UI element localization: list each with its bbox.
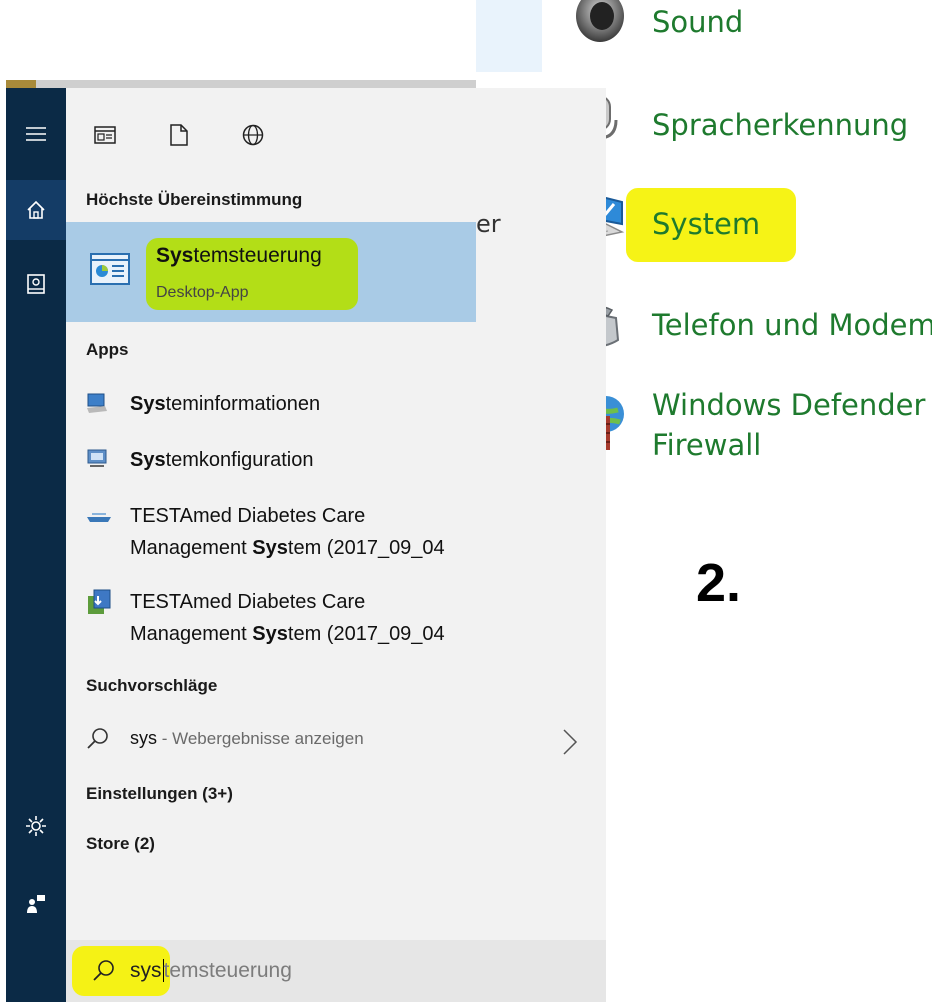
- app-label: Systemkonfiguration: [130, 449, 314, 471]
- suggestion-text: sys - Webergebnisse anzeigen: [130, 728, 364, 748]
- app-item-systeminformationen[interactable]: Systeminformationen: [86, 388, 486, 422]
- control-panel-item-telefon-und-modem[interactable]: Telefon und Modem: [652, 305, 932, 345]
- testamed-device-icon: [86, 510, 112, 532]
- best-match-name: Systemsteuerung: [156, 244, 322, 267]
- apps-header: Apps: [86, 340, 129, 359]
- search-input[interactable]: systemsteuerung: [130, 959, 292, 983]
- step-number: 2.: [696, 553, 742, 613]
- settings-header[interactable]: Einstellungen (3+): [86, 784, 233, 804]
- header-strip: [476, 0, 542, 72]
- app-label: Systeminformationen: [130, 393, 321, 415]
- settings-gear-icon[interactable]: [6, 796, 66, 856]
- firewall-label-line2: Firewall: [652, 428, 762, 462]
- speaker-icon: [566, 0, 628, 48]
- installer-icon: [86, 588, 112, 616]
- peek-text: er: [476, 210, 501, 238]
- control-panel-icon: [90, 252, 130, 286]
- home-icon[interactable]: [6, 180, 66, 240]
- app-item-systemkonfiguration[interactable]: Systemkonfiguration: [86, 444, 486, 478]
- best-match-header: Höchste Übereinstimmung: [86, 190, 303, 209]
- web-filter-icon[interactable]: [238, 120, 268, 150]
- app-label-line2: Management System (2017_09_04: [130, 537, 445, 559]
- chevron-right-icon[interactable]: [560, 726, 580, 758]
- search-icon: [86, 726, 110, 750]
- app-item-testamed-2[interactable]: TESTAmed Diabetes Care Management System…: [86, 586, 486, 656]
- notebook-icon[interactable]: [6, 254, 66, 314]
- apps-filter-icon[interactable]: [90, 120, 120, 150]
- suggestions-header: Suchvorschläge: [86, 676, 218, 695]
- app-label-line1: TESTAmed Diabetes Care: [130, 505, 366, 527]
- app-item-testamed-1[interactable]: TESTAmed Diabetes Care Management System…: [86, 500, 486, 570]
- feedback-icon[interactable]: [6, 874, 66, 934]
- control-panel-item-sound[interactable]: Sound: [652, 2, 743, 42]
- control-panel-item-system[interactable]: System: [652, 204, 760, 244]
- tile-edge: [6, 80, 476, 88]
- system-config-icon: [86, 448, 108, 470]
- search-box-icon: [92, 958, 116, 982]
- system-info-icon: [86, 392, 108, 414]
- control-panel-item-windows-defender-firewall[interactable]: Windows Defender Firewall: [652, 385, 925, 465]
- documents-filter-icon[interactable]: [164, 120, 194, 150]
- hamburger-icon[interactable]: [6, 104, 66, 164]
- app-label-line1: TESTAmed Diabetes Care: [130, 591, 366, 613]
- start-rail: [6, 88, 66, 1002]
- store-header[interactable]: Store (2): [86, 834, 155, 854]
- app-label-line2: Management System (2017_09_04: [130, 623, 445, 645]
- control-panel-item-spracherkennung[interactable]: Spracherkennung: [652, 105, 908, 145]
- firewall-label-line1: Windows Defender: [652, 388, 926, 422]
- best-match-subtitle: Desktop-App: [156, 284, 249, 301]
